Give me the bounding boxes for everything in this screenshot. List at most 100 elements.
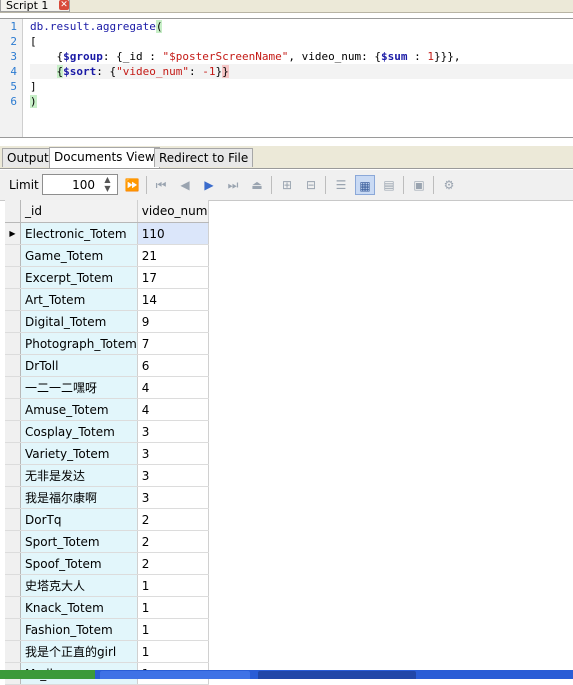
settings-icon[interactable]: ⚙ xyxy=(439,175,459,195)
cell-id[interactable]: 我是个正直的girl xyxy=(20,640,138,663)
next-page-icon[interactable]: ▶ xyxy=(199,175,219,195)
table-row[interactable]: Cosplay_Totem 3 xyxy=(5,420,209,443)
code-editor[interactable]: 1 2 3 4 5 6 db.result.aggregate( [ {$gro… xyxy=(0,18,573,138)
row-indicator[interactable] xyxy=(5,244,21,267)
row-indicator[interactable] xyxy=(5,354,21,377)
table-row[interactable]: 史塔克大人 1 xyxy=(5,574,209,597)
cell-video-num[interactable]: 17 xyxy=(137,266,209,289)
cell-id[interactable]: Digital_Totem xyxy=(20,310,138,333)
row-indicator[interactable] xyxy=(5,552,21,575)
tab-redirect-to-file[interactable]: Redirect to File xyxy=(154,148,254,167)
tab-documents-view[interactable]: Documents View xyxy=(49,147,160,168)
cell-video-num[interactable]: 14 xyxy=(137,288,209,311)
row-indicator[interactable] xyxy=(5,310,21,333)
limit-spinner[interactable]: ▲ ▼ xyxy=(98,175,117,194)
tab-output[interactable]: Output xyxy=(2,148,54,167)
cell-video-num[interactable]: 3 xyxy=(137,486,209,509)
taskbar-button[interactable] xyxy=(100,671,250,679)
cell-id[interactable]: Game_Totem xyxy=(20,244,138,267)
row-indicator[interactable] xyxy=(5,420,21,443)
table-row[interactable]: 一二一二嘿呀 4 xyxy=(5,376,209,399)
table-row[interactable]: DorTq 2 xyxy=(5,508,209,531)
cell-video-num[interactable]: 1 xyxy=(137,618,209,641)
text-view-icon[interactable]: ▤ xyxy=(379,175,399,195)
cell-video-num[interactable]: 3 xyxy=(137,442,209,465)
remove-row-icon[interactable]: ⊟ xyxy=(301,175,321,195)
cell-video-num[interactable]: 110 xyxy=(137,222,209,245)
row-indicator[interactable] xyxy=(5,398,21,421)
table-row[interactable]: 我是个正直的girl 1 xyxy=(5,640,209,663)
cell-id[interactable]: Sport_Totem xyxy=(20,530,138,553)
code-text[interactable]: db.result.aggregate( [ {$group: {_id : "… xyxy=(30,19,573,109)
table-row[interactable]: Game_Totem 21 xyxy=(5,244,209,267)
cell-video-num[interactable]: 3 xyxy=(137,420,209,443)
cell-id[interactable]: DorTq xyxy=(20,508,138,531)
cell-id[interactable]: Art_Totem xyxy=(20,288,138,311)
last-page-icon[interactable]: ⏭ xyxy=(223,175,243,195)
column-header-video-num[interactable]: video_num xyxy=(137,200,209,223)
cell-id[interactable]: Electronic_Totem xyxy=(20,222,138,245)
row-indicator[interactable] xyxy=(5,288,21,311)
table-row[interactable]: Excerpt_Totem 17 xyxy=(5,266,209,289)
table-row[interactable]: Knack_Totem 1 xyxy=(5,596,209,619)
start-button[interactable] xyxy=(0,670,95,679)
table-row[interactable]: 无非是发达 3 xyxy=(5,464,209,487)
tree-view-icon[interactable]: ☰ xyxy=(331,175,351,195)
first-page-icon[interactable]: ⏮ xyxy=(151,175,171,195)
table-row[interactable]: Sport_Totem 2 xyxy=(5,530,209,553)
table-row[interactable]: Spoof_Totem 2 xyxy=(5,552,209,575)
row-indicator[interactable] xyxy=(5,508,21,531)
column-header-id[interactable]: _id xyxy=(20,200,138,223)
cell-video-num[interactable]: 2 xyxy=(137,552,209,575)
cell-video-num[interactable]: 1 xyxy=(137,596,209,619)
cell-id[interactable]: 我是福尔康啊 xyxy=(20,486,138,509)
cell-video-num[interactable]: 9 xyxy=(137,310,209,333)
cell-video-num[interactable]: 2 xyxy=(137,508,209,531)
table-row[interactable]: Digital_Totem 9 xyxy=(5,310,209,333)
cell-video-num[interactable]: 2 xyxy=(137,530,209,553)
table-row[interactable]: 我是福尔康啊 3 xyxy=(5,486,209,509)
row-indicator[interactable]: ▶ xyxy=(5,222,21,245)
row-indicator[interactable] xyxy=(5,266,21,289)
cell-id[interactable]: 一二一二嘿呀 xyxy=(20,376,138,399)
prev-page-icon[interactable]: ◀ xyxy=(175,175,195,195)
table-row[interactable]: Variety_Totem 3 xyxy=(5,442,209,465)
taskbar-button[interactable] xyxy=(258,671,416,679)
cell-id[interactable]: Knack_Totem xyxy=(20,596,138,619)
eject-icon[interactable]: ⏏ xyxy=(247,175,267,195)
add-row-icon[interactable]: ⊞ xyxy=(277,175,297,195)
cell-id[interactable]: Spoof_Totem xyxy=(20,552,138,575)
cell-video-num[interactable]: 1 xyxy=(137,640,209,663)
cell-id[interactable]: 史塔克大人 xyxy=(20,574,138,597)
cell-video-num[interactable]: 1 xyxy=(137,574,209,597)
row-indicator[interactable] xyxy=(5,596,21,619)
fast-forward-icon[interactable]: ⏩ xyxy=(122,175,142,195)
cell-id[interactable]: 无非是发达 xyxy=(20,464,138,487)
cell-id[interactable]: Amuse_Totem xyxy=(20,398,138,421)
row-indicator[interactable] xyxy=(5,618,21,641)
table-row[interactable]: Amuse_Totem 4 xyxy=(5,398,209,421)
cell-video-num[interactable]: 7 xyxy=(137,332,209,355)
cell-video-num[interactable]: 4 xyxy=(137,398,209,421)
cell-id[interactable]: Variety_Totem xyxy=(20,442,138,465)
row-indicator[interactable] xyxy=(5,574,21,597)
row-indicator[interactable] xyxy=(5,442,21,465)
cell-video-num[interactable]: 3 xyxy=(137,464,209,487)
cell-id[interactable]: Cosplay_Totem xyxy=(20,420,138,443)
cell-id[interactable]: Photograph_Totem xyxy=(20,332,138,355)
table-row[interactable]: Photograph_Totem 7 xyxy=(5,332,209,355)
cell-id[interactable]: Fashion_Totem xyxy=(20,618,138,641)
cell-id[interactable]: DrToll xyxy=(20,354,138,377)
grid-view-icon[interactable]: ▦ xyxy=(355,175,375,195)
table-row[interactable]: DrToll 6 xyxy=(5,354,209,377)
row-indicator[interactable] xyxy=(5,332,21,355)
row-indicator[interactable] xyxy=(5,640,21,663)
table-row[interactable]: Art_Totem 14 xyxy=(5,288,209,311)
cell-id[interactable]: Excerpt_Totem xyxy=(20,266,138,289)
results-grid[interactable]: _id video_num ▶ Electronic_Totem 110 Game_T… xyxy=(5,200,209,685)
table-row[interactable]: Fashion_Totem 1 xyxy=(5,618,209,641)
cell-video-num[interactable]: 4 xyxy=(137,376,209,399)
script-tab[interactable]: Script 1 ✕ xyxy=(0,0,70,12)
row-indicator[interactable] xyxy=(5,486,21,509)
export-icon[interactable]: ▣ xyxy=(409,175,429,195)
